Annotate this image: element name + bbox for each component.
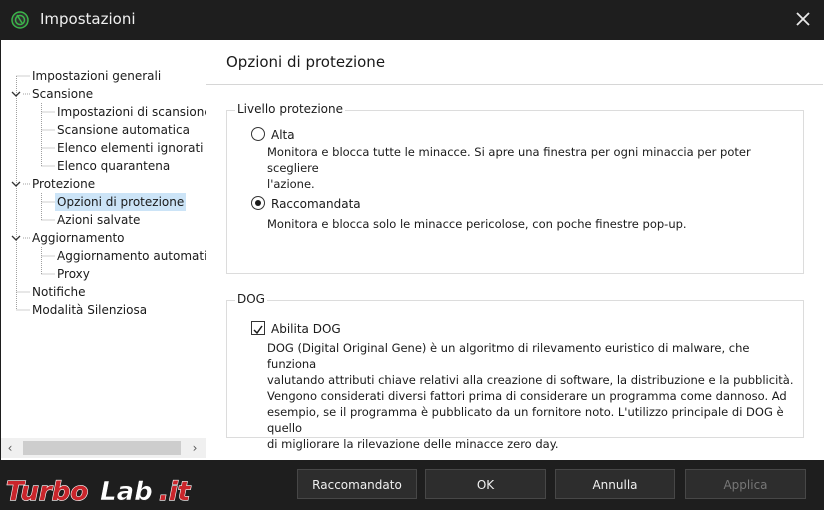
- tree-item-label: Proxy: [57, 267, 90, 281]
- chevron-down-icon[interactable]: [10, 175, 22, 193]
- description-line: DOG (Digital Original Gene) è un algorit…: [267, 341, 750, 371]
- tree-item-protezione[interactable]: Protezione: [32, 175, 95, 193]
- description-line: valutando attributi chiave relativi alla…: [267, 373, 794, 387]
- tree-item-aggiornamento[interactable]: Aggiornamento: [32, 229, 125, 247]
- window-title: Impostazioni: [40, 10, 136, 28]
- tree-item-label: Impostazioni generali: [32, 69, 162, 83]
- settings-tree: Impostazioni generali Scansione Impostaz…: [1, 40, 206, 440]
- tree-item-label: Opzioni di protezione: [57, 195, 185, 209]
- scroll-left-icon[interactable]: ‹: [1, 438, 19, 458]
- turbolab-watermark-logo: Turbo Lab .it: [5, 476, 192, 506]
- description-line: l'azione.: [267, 177, 315, 191]
- description-line: Monitora e blocca tutte le minacce. Si a…: [267, 145, 751, 175]
- radio-label: Alta: [271, 128, 295, 142]
- tree-item-impostazioni-di-scansione[interactable]: Impostazioni di scansione: [57, 103, 207, 121]
- radio-button[interactable]: [251, 127, 265, 141]
- tree-item-aggiornamento-automatico[interactable]: Aggiornamento automatico: [57, 247, 207, 265]
- tree-item-label: Scansione automatica: [57, 123, 190, 137]
- tree-item-elenco-elementi-ignorati[interactable]: Elenco elementi ignorati: [57, 139, 204, 157]
- watermark-text-3: .it: [159, 477, 192, 506]
- watermark-text-1: Turbo: [6, 477, 88, 506]
- tree-item-label: Protezione: [32, 177, 96, 191]
- scrollbar-thumb[interactable]: [23, 441, 181, 455]
- dog-group: DOG Abilita DOG DOG (Digital Original Ge…: [226, 292, 804, 451]
- title-bar: Impostazioni: [0, 0, 824, 40]
- annulla-button[interactable]: Annulla: [555, 469, 675, 499]
- tree-item-label: Notifiche: [32, 285, 86, 299]
- group-title: Livello protezione: [235, 102, 346, 116]
- tree-item-label: Elenco elementi ignorati: [57, 141, 204, 155]
- tree-item-label: Aggiornamento automatico: [57, 249, 207, 263]
- chevron-down-icon[interactable]: [10, 229, 22, 247]
- checkbox-abilita-dog[interactable]: Abilita DOG: [251, 319, 391, 339]
- tree-item-modalita-silenziosa[interactable]: Modalità Silenziosa: [32, 301, 147, 319]
- checkmark-icon: [253, 325, 263, 335]
- description-line: Monitora e blocca solo le minacce perico…: [267, 217, 687, 231]
- tree-item-scansione[interactable]: Scansione: [32, 85, 93, 103]
- radio-button[interactable]: [251, 196, 265, 210]
- tree-item-label: Modalità Silenziosa: [32, 303, 148, 317]
- close-icon[interactable]: [792, 8, 814, 30]
- chevron-down-icon[interactable]: [10, 85, 22, 103]
- checkbox[interactable]: [251, 321, 265, 335]
- radio-raccomandata[interactable]: Raccomandata: [251, 194, 411, 214]
- tree-item-notifiche[interactable]: Notifiche: [32, 283, 86, 301]
- tree-item-label: Aggiornamento: [32, 231, 125, 245]
- tree-item-proxy[interactable]: Proxy: [57, 265, 90, 283]
- dog-description: DOG (Digital Original Gene) è un algorit…: [267, 340, 797, 452]
- description-line: esempio, se il programma è pubblicato da…: [267, 405, 784, 435]
- page-title: Opzioni di protezione: [226, 53, 386, 71]
- group-title: DOG: [235, 292, 267, 306]
- applica-button[interactable]: Applica: [685, 469, 806, 499]
- tree-item-label: Elenco quarantena: [57, 159, 171, 173]
- option-description: Monitora e blocca tutte le minacce. Si a…: [267, 144, 797, 192]
- tree-item-elenco-quarantena[interactable]: Elenco quarantena: [57, 157, 170, 175]
- tree-item-label: Azioni salvate: [57, 213, 141, 227]
- protection-level-group: Livello protezione Alta Monitora e blocc…: [226, 102, 804, 274]
- scroll-right-icon[interactable]: ›: [186, 438, 204, 458]
- app-logo-icon: [11, 11, 29, 29]
- option-description: Monitora e blocca solo le minacce perico…: [267, 216, 797, 232]
- tree-item-opzioni-di-protezione[interactable]: Opzioni di protezione: [55, 193, 187, 211]
- radio-label: Raccomandata: [271, 197, 361, 211]
- horizontal-scrollbar[interactable]: ‹ ›: [1, 438, 206, 458]
- tree-item-label: Impostazioni di scansione: [57, 105, 207, 119]
- settings-content-panel: Opzioni di protezione Livello protezione…: [206, 40, 823, 460]
- ok-button[interactable]: OK: [425, 469, 546, 499]
- tree-item-impostazioni-generali[interactable]: Impostazioni generali: [32, 67, 161, 85]
- tree-item-azioni-salvate[interactable]: Azioni salvate: [57, 211, 140, 229]
- header-divider: [206, 84, 823, 85]
- radio-alta[interactable]: Alta: [251, 125, 371, 145]
- description-line: di migliorare la rilevazione delle minac…: [267, 437, 559, 451]
- tree-item-label: Scansione: [32, 87, 94, 101]
- watermark-text-2: Lab: [100, 477, 153, 506]
- description-line: Vengono considerati diversi fattori prim…: [267, 389, 787, 403]
- tree-item-scansione-automatica[interactable]: Scansione automatica: [57, 121, 190, 139]
- checkbox-label: Abilita DOG: [271, 322, 341, 336]
- raccomandato-button[interactable]: Raccomandato: [297, 469, 417, 499]
- settings-tree-panel: Impostazioni generali Scansione Impostaz…: [0, 40, 207, 460]
